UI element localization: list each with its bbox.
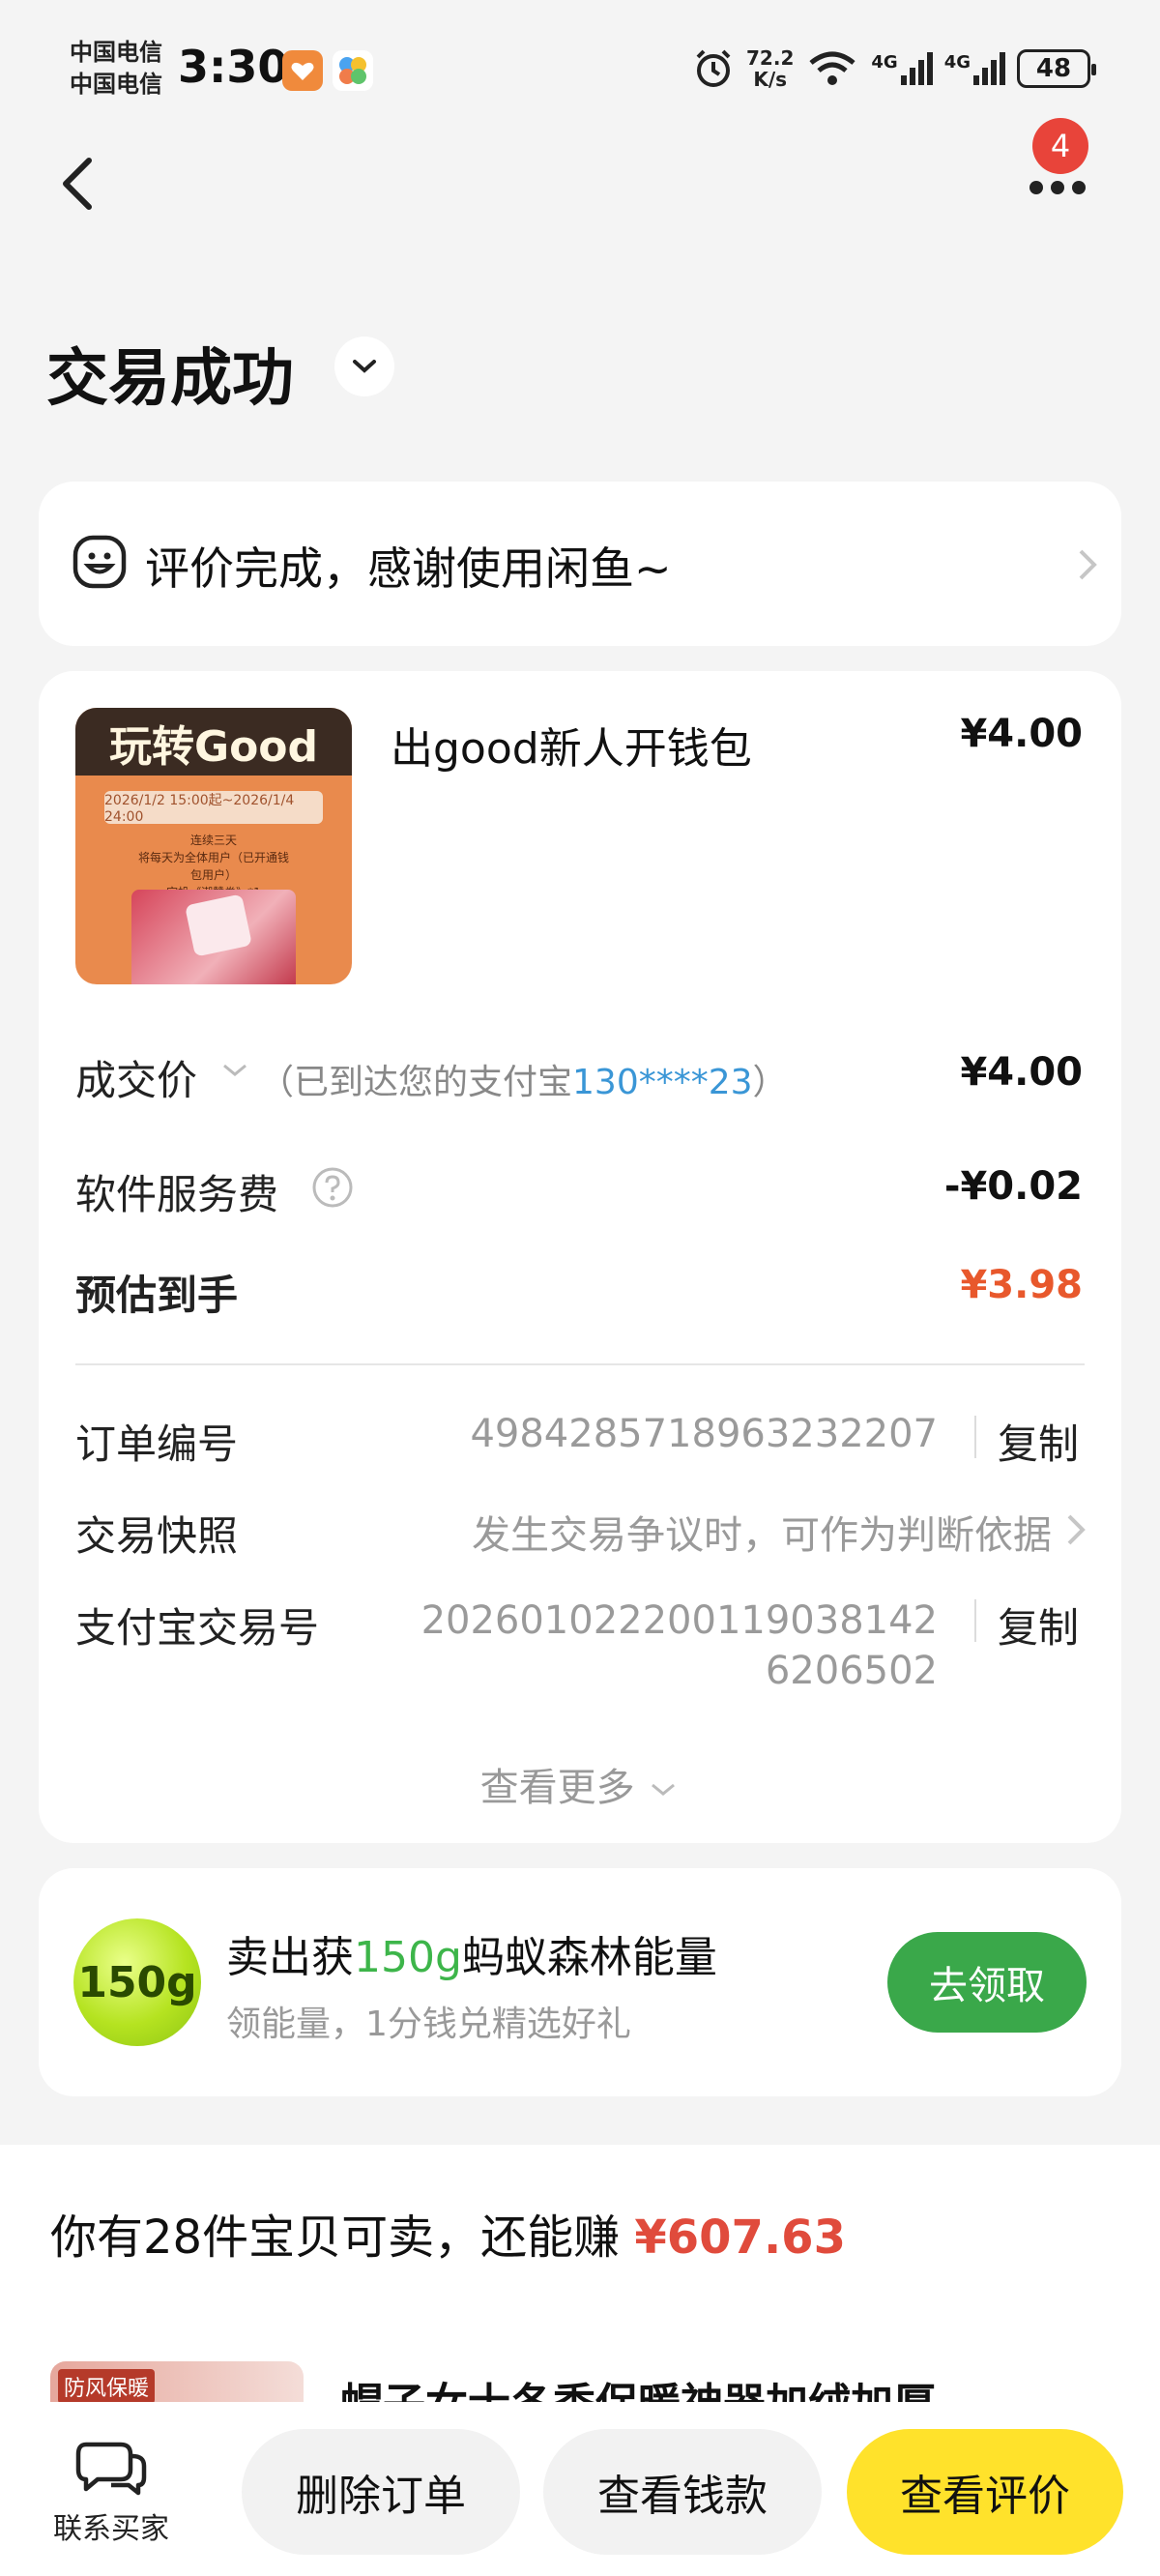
status-icons: 72.2 K/s 4G 4G 48 — [692, 44, 1096, 93]
net-income-value: ¥3.98 — [960, 1263, 1083, 1307]
sell-more-text: 你有28件宝贝可卖，还能赚 ¥607.63 — [50, 2199, 846, 2267]
energy-subtitle: 领能量，1分钱兑精选好礼 — [226, 2005, 631, 2044]
notification-badge: 4 — [1032, 118, 1088, 174]
energy-ball-icon: 150g — [73, 1918, 201, 2046]
contact-buyer-label: 联系买家 — [53, 2512, 169, 2546]
energy-amount: 150g — [354, 1933, 462, 1982]
help-icon[interactable] — [311, 1166, 354, 1209]
chat-bubble-icon — [75, 2442, 147, 2496]
status-expand-button[interactable] — [334, 337, 394, 396]
copy-order-number-button[interactable]: 复制 — [998, 1412, 1079, 1471]
recommended-item-tag: 防风保暖 — [58, 2369, 156, 2404]
review-complete-text: 评价完成，感谢使用闲鱼~ — [145, 542, 672, 595]
alipay-account: 130****23 — [572, 1063, 753, 1102]
alipay-trade-no-label: 支付宝交易号 — [75, 1604, 320, 1652]
signal-2: 4G — [944, 52, 1005, 85]
copy-alipay-trade-no-button[interactable]: 复制 — [998, 1595, 1079, 1654]
alipay-trade-no-value: 20260102220011903814​2 6206502 — [421, 1595, 938, 1696]
alipay-trade-no-line-2: 6206502 — [765, 1649, 938, 1693]
clock: 3:30 — [178, 41, 289, 93]
chevron-right-icon — [1075, 545, 1100, 584]
wifi-icon — [809, 51, 856, 85]
signal-1-label: 4G — [871, 52, 898, 73]
divider — [75, 1363, 1085, 1365]
sell-more-prefix: 你有28件宝贝可卖，还能赚 — [50, 2210, 635, 2265]
order-number-value: 4984285718963232207 — [470, 1412, 938, 1456]
deal-price-note: （已到达您的支付宝130****23） — [259, 1054, 788, 1104]
status-bar: 中国电信 中国电信 3:30 72.2 K/s 4G 4G 48 — [0, 0, 1160, 135]
contact-buyer-button[interactable]: 联系买家 — [39, 2437, 184, 2562]
thumb-line-1: 连续三天 — [189, 834, 237, 847]
chevron-left-icon — [63, 158, 92, 210]
signal-2-label: 4G — [943, 52, 971, 73]
deal-note-prefix: （已到达您的支付宝 — [259, 1063, 573, 1102]
net-speed: 72.2 K/s — [746, 47, 794, 90]
energy-title-suffix: 蚂蚁森林能量 — [461, 1933, 717, 1982]
view-money-button[interactable]: 查看钱款 — [543, 2429, 822, 2555]
chevron-down-icon — [353, 360, 376, 373]
chevron-right-icon — [1063, 1510, 1088, 1549]
carrier-1: 中国电信 — [70, 39, 162, 66]
carrier-info: 中国电信 中国电信 — [70, 37, 162, 101]
red-envelope-image — [131, 890, 296, 984]
claim-energy-button[interactable]: 去领取 — [887, 1932, 1087, 2033]
deal-price-label[interactable]: 成交价 — [75, 1048, 197, 1107]
smile-face-icon — [72, 534, 128, 590]
thumb-line-2: 将每天为全体用户（已开通钱包用户） — [137, 851, 289, 882]
service-fee-value: -¥0.02 — [943, 1164, 1083, 1209]
copy-separator — [974, 1416, 976, 1458]
service-fee-label: 软件服务费 — [75, 1171, 279, 1218]
net-speed-value: 72.2 — [746, 46, 795, 70]
view-review-button[interactable]: 查看评价 — [847, 2429, 1123, 2555]
order-number-label: 订单编号 — [75, 1420, 239, 1468]
pinwheel-app-icon — [333, 50, 373, 91]
deal-price-value: ¥4.00 — [960, 1050, 1083, 1095]
product-price: ¥4.00 — [960, 712, 1083, 756]
taobao-app-icon — [282, 50, 323, 91]
alarm-icon — [696, 49, 731, 87]
snapshot-label[interactable]: 交易快照 — [75, 1504, 238, 1563]
deal-note-suffix: ） — [752, 1063, 788, 1102]
net-speed-unit: K/s — [753, 68, 788, 91]
product-name[interactable]: 出good新人开钱包 — [391, 714, 752, 776]
snapshot-value[interactable]: 发生交易争议时，可作为判断依据 — [472, 1504, 1052, 1560]
sell-more-amount: ¥607.63 — [634, 2210, 846, 2265]
energy-title-prefix: 卖出获 — [226, 1933, 354, 1982]
view-more-link[interactable]: 查看更多 — [0, 1756, 1160, 1812]
energy-title: 卖出获150g蚂蚁森林能量 — [226, 1922, 717, 1984]
copy-separator — [974, 1599, 976, 1642]
thumb-title: 玩转Good — [108, 722, 319, 772]
battery-indicator: 48 — [1017, 49, 1096, 88]
page-title: 交易成功 — [46, 343, 294, 415]
delete-order-button[interactable]: 删除订单 — [242, 2429, 520, 2555]
alipay-trade-no-line-1: 20260102220011903814​2 — [420, 1598, 938, 1643]
net-income-label: 预估到手 — [75, 1272, 239, 1319]
back-button[interactable] — [50, 145, 108, 222]
carrier-2: 中国电信 — [70, 71, 162, 98]
thumb-date: 2026/1/2 15:00起~2026/1/4 24:00 — [104, 791, 323, 825]
product-thumbnail[interactable]: 玩转Good 2026/1/2 15:00起~2026/1/4 24:00 连续… — [75, 708, 352, 984]
signal-1: 4G — [871, 52, 933, 85]
chevron-down-icon — [652, 1783, 676, 1796]
deal-price-dropdown-icon[interactable] — [218, 1060, 251, 1085]
view-more-label: 查看更多 — [479, 1766, 635, 1810]
